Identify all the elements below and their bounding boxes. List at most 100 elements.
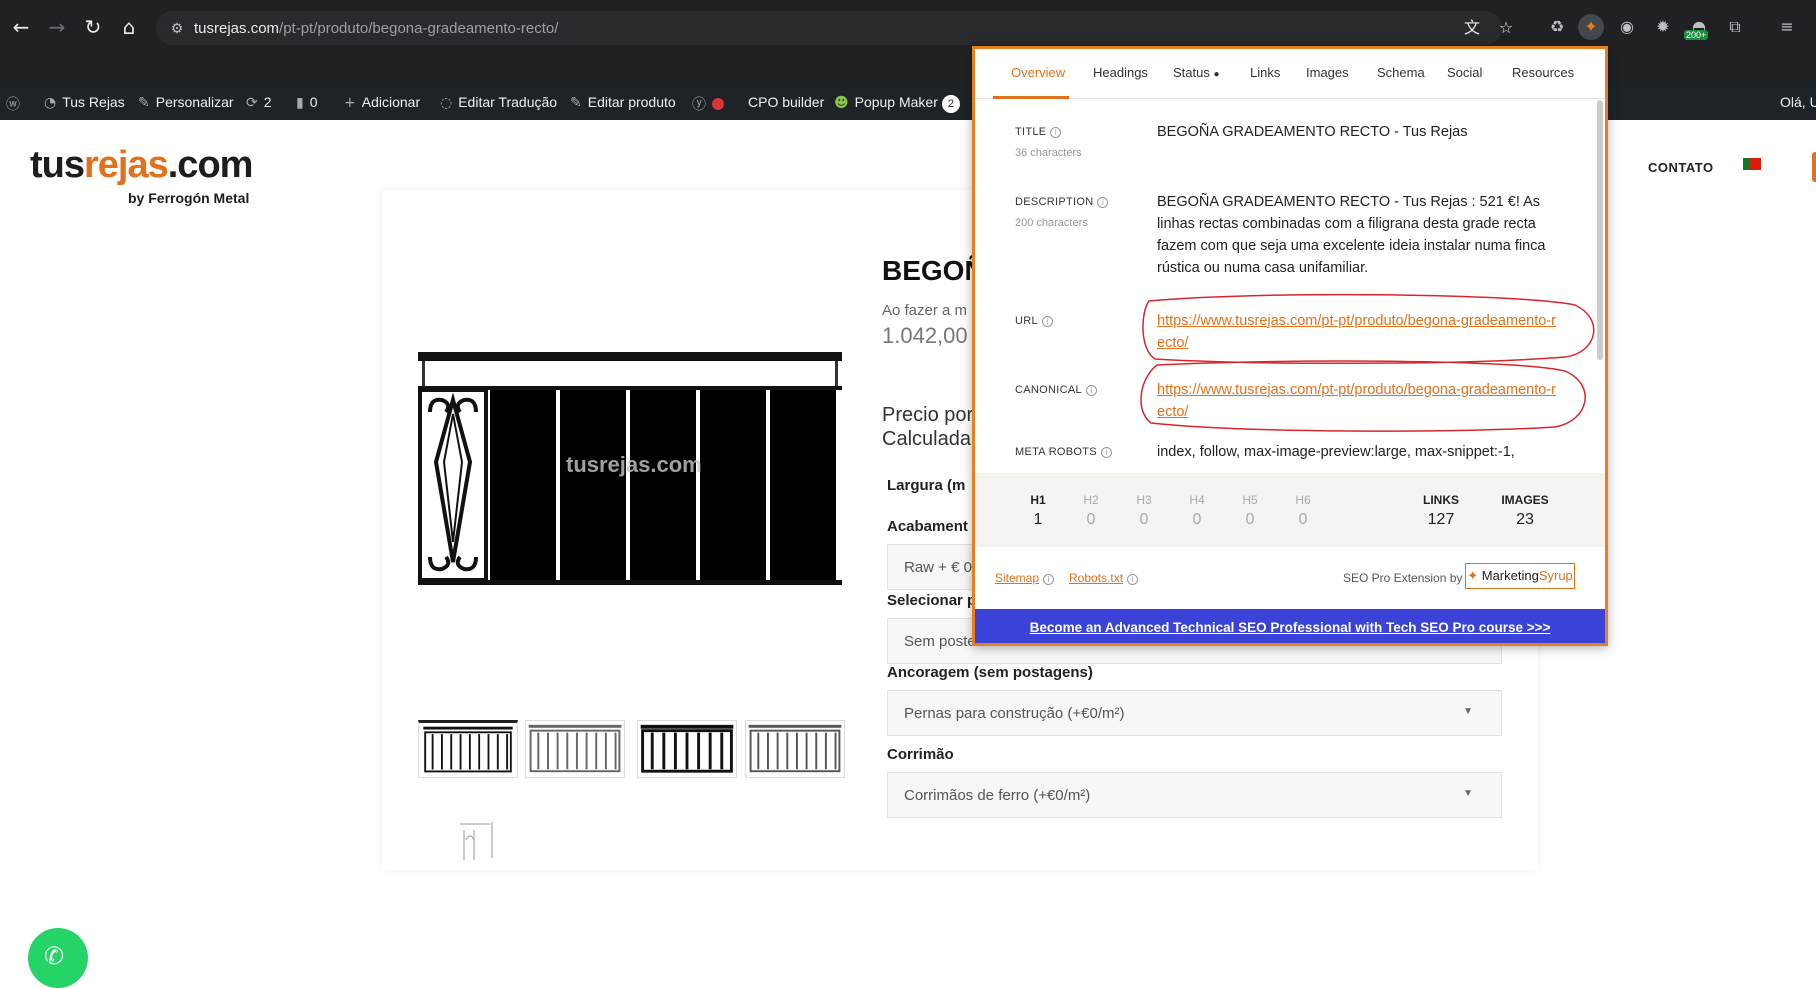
reload-icon[interactable]: ↻ (80, 14, 106, 40)
heading-count-h5[interactable]: H5 0 (1225, 493, 1275, 529)
translate-icon: ◌ (440, 95, 453, 111)
seo-status-dot (712, 98, 724, 110)
admin-add-new[interactable]: + Adicionar (344, 94, 420, 111)
reading-list-icon[interactable]: ≡ (1774, 14, 1800, 40)
tab-resources[interactable]: Resources (1512, 65, 1574, 80)
canonical-link[interactable]: https://www.tusrejas.com/pt-pt/produto/b… (1157, 379, 1561, 423)
product-thumbnail[interactable] (637, 720, 737, 778)
description-value: BEGOÑA GRADEAMENTO RECTO - Tus Rejas : 5… (1157, 194, 1546, 276)
anchor-select[interactable]: Pernas para construção (+€0/m²) ▼ (887, 690, 1502, 736)
product-thumbnail[interactable] (745, 720, 845, 778)
admin-comments[interactable]: ▮ 0 (296, 94, 318, 111)
description-char-count: 200 characters (1015, 217, 1088, 229)
heading-count-h2[interactable]: H2 0 (1066, 493, 1116, 529)
product-title: BEGOÑ (882, 255, 985, 286)
admin-popup-maker[interactable]: ☻ Popup Maker 2 (834, 94, 960, 113)
seo-extension-popup: Overview Headings Status ● Links Images … (972, 46, 1608, 646)
heading-count-h3[interactable]: H3 0 (1119, 493, 1169, 529)
popup-scrollbar[interactable] (1597, 100, 1603, 360)
translate-icon[interactable]: 文 (1462, 18, 1482, 38)
header-cta-edge[interactable] (1812, 152, 1816, 182)
admin-cpo-builder[interactable]: CPO builder (748, 94, 824, 110)
back-icon[interactable]: ← (8, 14, 34, 40)
yoast-menu[interactable]: ⓨ (692, 94, 724, 114)
product-thumbnail[interactable] (418, 720, 518, 778)
robots-txt-link[interactable]: Robots.txt i (1069, 571, 1139, 585)
home-icon[interactable]: ⌂ (116, 14, 142, 40)
handrail-label: Corrimão (887, 746, 954, 763)
marketing-syrup-logo[interactable]: ✦ MarketingSyrup (1465, 563, 1575, 589)
info-icon[interactable]: i (1100, 447, 1112, 458)
chevron-down-icon: ▼ (1463, 788, 1473, 799)
product-subtitle: Ao fazer a m (882, 302, 968, 319)
anchor-label: Ancoragem (sem postagens) (887, 664, 1093, 681)
info-icon[interactable]: i (1097, 197, 1109, 208)
overview-panel: TITLE i 36 characters BEGOÑA GRADEAMENTO … (975, 100, 1593, 473)
info-icon[interactable]: i (1085, 385, 1097, 396)
tab-schema[interactable]: Schema (1377, 65, 1425, 80)
yoast-icon: ⓨ (692, 97, 706, 113)
headings-summary: H1 1 H2 0 H3 0 H4 0 H5 0 H6 0 LINKS 127 IMAGES 2… (975, 473, 1605, 547)
width-label: Largura (m (887, 477, 966, 494)
info-icon[interactable]: i (1050, 127, 1062, 138)
product-price: 1.042,00 € (882, 323, 986, 348)
heading-count-h6[interactable]: H6 0 (1278, 493, 1328, 529)
tab-links[interactable]: Links (1250, 65, 1280, 80)
canonical-label: CANONICAL i (1015, 384, 1097, 396)
url-link[interactable]: https://www.tusrejas.com/pt-pt/produto/b… (1157, 310, 1561, 354)
status-dot-icon: ● (1213, 69, 1220, 80)
admin-edit-product[interactable]: ✎ Editar produto (570, 94, 676, 111)
tab-headings[interactable]: Headings (1093, 65, 1148, 80)
popup-tabs: Overview Headings Status ● Links Images … (975, 49, 1605, 99)
tab-images[interactable]: Images (1306, 65, 1349, 80)
admin-customize[interactable]: ✎ Personalizar (138, 94, 234, 111)
tab-status[interactable]: Status ● (1173, 65, 1220, 80)
url-text[interactable]: tusrejas.com/pt-pt/produto/begona-gradea… (194, 20, 558, 37)
tab-social[interactable]: Social (1447, 65, 1482, 80)
whatsapp-icon: ✆ (44, 942, 65, 970)
puzzle-extensions-icon[interactable]: ⧉ (1722, 14, 1748, 40)
course-promo-banner[interactable]: Become an Advanced Technical SEO Profess… (975, 609, 1605, 643)
product-thumbnail[interactable] (525, 720, 625, 778)
info-icon[interactable]: i (1043, 574, 1055, 585)
site-logo[interactable]: tusrejas.com by Ferrogón Metal (30, 144, 253, 206)
links-count[interactable]: LINKS 127 (1411, 493, 1471, 529)
camera-extension-icon[interactable]: ◉ (1614, 14, 1640, 40)
admin-updates[interactable]: ⟳ 2 (246, 94, 272, 111)
updates-icon: ⟳ (246, 95, 258, 111)
technical-drawing-thumbnail[interactable] (452, 820, 502, 860)
wordpress-logo-icon[interactable]: ⓦ (6, 94, 26, 114)
info-icon[interactable]: i (1127, 574, 1139, 585)
seo-pro-extension-icon[interactable]: ✦ (1578, 14, 1604, 40)
images-count[interactable]: IMAGES 23 (1495, 493, 1555, 529)
chevron-down-icon: ▼ (1463, 706, 1473, 717)
menu-item-contact[interactable]: CONTATO (1648, 160, 1714, 175)
extension-badge: 200+ (1684, 30, 1709, 40)
site-info-icon[interactable]: ⚙ (168, 19, 186, 37)
forward-icon[interactable]: → (44, 14, 70, 40)
bookmark-star-icon[interactable]: ☆ (1496, 18, 1516, 38)
admin-account[interactable]: Olá, U (1780, 94, 1816, 110)
portugal-flag-icon[interactable] (1743, 158, 1761, 170)
sitemap-link[interactable]: Sitemap i (995, 571, 1055, 585)
dashboard-icon: ◔ (44, 95, 57, 111)
gear-extension-icon[interactable]: ✹ (1650, 14, 1676, 40)
powered-by-text: SEO Pro Extension by (1343, 571, 1463, 585)
tab-overview[interactable]: Overview (1011, 65, 1065, 80)
meta-robots-label: META ROBOTS i (1015, 446, 1112, 458)
product-main-image[interactable]: tusrejas.com (418, 352, 842, 588)
admin-edit-translation[interactable]: ◌ Editar Tradução (440, 94, 557, 111)
heading-count-h1[interactable]: H1 1 (1013, 493, 1063, 529)
active-tab-indicator (993, 96, 1069, 99)
syrup-leaf-icon: ✦ (1467, 568, 1482, 583)
description-label: DESCRIPTION i (1015, 196, 1109, 208)
price-calculation: Precio por Calculada (882, 404, 974, 450)
pencil-icon: ✎ (570, 95, 582, 111)
whatsapp-button[interactable]: ✆ (28, 928, 88, 988)
extension-recycle-icon[interactable]: ♻ (1544, 14, 1570, 40)
admin-site-name[interactable]: ◔ Tus Rejas (44, 94, 125, 111)
info-icon[interactable]: i (1041, 316, 1053, 327)
handrail-select[interactable]: Corrimãos de ferro (+€0/m²) ▼ (887, 772, 1502, 818)
heading-count-h4[interactable]: H4 0 (1172, 493, 1222, 529)
address-bar[interactable]: ⚙ tusrejas.com/pt-pt/produto/begona-grad… (156, 11, 1513, 45)
